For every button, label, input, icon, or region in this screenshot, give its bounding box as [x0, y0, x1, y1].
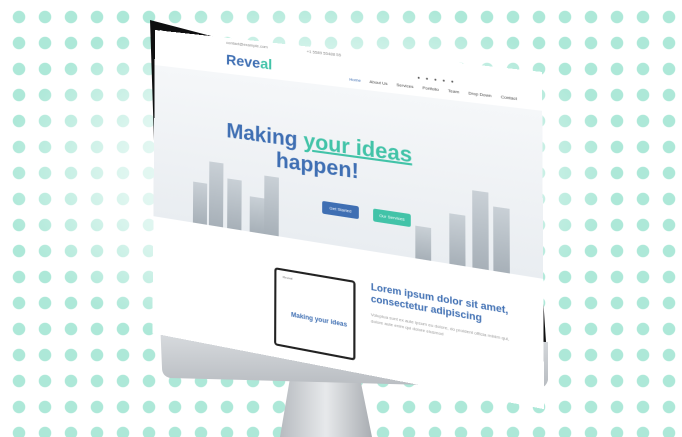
building: [249, 196, 265, 234]
nav-about[interactable]: About Us: [369, 79, 387, 86]
building: [493, 206, 510, 274]
linkedin-icon[interactable]: ●: [451, 78, 454, 84]
about-preview-device: Reveal Making your ideas: [274, 267, 356, 361]
nav-contact[interactable]: Contact: [501, 94, 517, 101]
google-plus-icon[interactable]: ●: [442, 77, 445, 83]
preview-browser-label: Reveal: [282, 274, 293, 281]
nav-portfolio[interactable]: Portfolio: [422, 85, 439, 92]
nav-dropdown[interactable]: Drop Down: [468, 90, 491, 98]
instagram-icon[interactable]: ●: [434, 76, 437, 82]
twitter-icon[interactable]: ●: [417, 75, 420, 81]
social-links: ● ● ● ● ●: [417, 75, 453, 85]
nav-services[interactable]: Services: [396, 82, 413, 89]
our-services-button[interactable]: Our Services: [373, 208, 411, 228]
building: [192, 181, 208, 225]
building: [227, 178, 242, 231]
site-logo[interactable]: Reveal: [226, 51, 272, 73]
building: [264, 175, 279, 237]
preview-heading: Making your ideas: [291, 312, 348, 329]
stand: [280, 378, 372, 437]
get-started-button[interactable]: Get Started: [322, 200, 359, 220]
building: [415, 225, 432, 261]
building: [208, 161, 224, 228]
nav-team[interactable]: Team: [448, 88, 459, 95]
nav-home[interactable]: Home: [349, 76, 361, 83]
building: [449, 213, 466, 267]
facebook-icon[interactable]: ●: [426, 75, 429, 81]
